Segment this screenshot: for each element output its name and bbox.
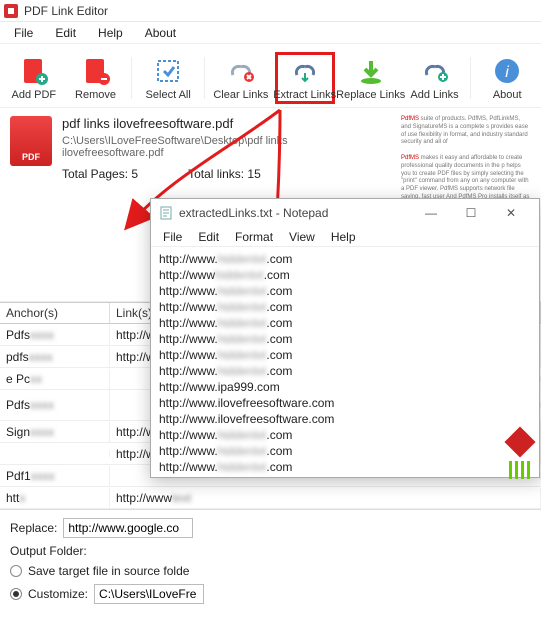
- table-row[interactable]: httxhttp://wwwtext: [0, 487, 541, 509]
- select-all-button[interactable]: Select All: [140, 53, 196, 103]
- radio-customize[interactable]: [10, 588, 22, 600]
- add-pdf-button[interactable]: Add PDF: [6, 53, 62, 103]
- extract-links-icon: [289, 55, 321, 87]
- np-menu-view[interactable]: View: [283, 229, 321, 245]
- opt-save-source: Save target file in source folde: [28, 564, 189, 578]
- file-name: pdf links ilovefreesoftware.pdf: [62, 116, 391, 131]
- notepad-menubar: File Edit Format View Help: [151, 227, 539, 247]
- total-pages: Total Pages: 5: [62, 167, 138, 181]
- notepad-icon: [159, 206, 173, 220]
- toolbar-label: Add PDF: [12, 89, 57, 101]
- pdf-minus-icon: [80, 55, 112, 87]
- toolbar-label: Extract Links: [273, 89, 336, 101]
- total-links: Total links: 15: [188, 167, 261, 181]
- toolbar-label: About: [493, 89, 522, 101]
- col-anchor[interactable]: Anchor(s): [0, 303, 110, 323]
- info-icon: i: [491, 55, 523, 87]
- clear-links-icon: [225, 55, 257, 87]
- toolbar-label: Select All: [146, 89, 191, 101]
- titlebar: PDF Link Editor: [0, 0, 541, 22]
- menu-about[interactable]: About: [135, 24, 186, 42]
- radio-save-source[interactable]: [10, 565, 22, 577]
- notepad-title: extractedLinks.txt - Notepad: [179, 206, 411, 220]
- notepad-window[interactable]: extractedLinks.txt - Notepad ― ☐ ✕ File …: [150, 198, 540, 478]
- toolbar-label: Remove: [75, 89, 116, 101]
- remove-button[interactable]: Remove: [68, 53, 124, 103]
- notepad-titlebar[interactable]: extractedLinks.txt - Notepad ― ☐ ✕: [151, 199, 539, 227]
- toolbar-label: Clear Links: [213, 89, 268, 101]
- clear-links-button[interactable]: Clear Links: [213, 53, 269, 103]
- menu-help[interactable]: Help: [88, 24, 133, 42]
- replace-links-button[interactable]: Replace Links: [341, 53, 401, 103]
- customize-path-input[interactable]: [94, 584, 204, 604]
- app-title: PDF Link Editor: [24, 4, 108, 18]
- extract-links-button[interactable]: Extract Links: [275, 52, 335, 104]
- decoration: [509, 431, 539, 491]
- minimize-button[interactable]: ―: [411, 199, 451, 227]
- app-icon: [4, 4, 18, 18]
- toolbar: Add PDF Remove Select All Clear Links Ex…: [0, 44, 541, 108]
- replace-input[interactable]: [63, 518, 193, 538]
- close-button[interactable]: ✕: [491, 199, 531, 227]
- replace-links-icon: [355, 55, 387, 87]
- np-menu-help[interactable]: Help: [325, 229, 362, 245]
- menubar: File Edit Help About: [0, 22, 541, 44]
- np-menu-file[interactable]: File: [157, 229, 188, 245]
- separator: [204, 57, 205, 99]
- svg-text:i: i: [505, 64, 509, 81]
- menu-file[interactable]: File: [4, 24, 43, 42]
- file-path: C:\Users\ILoveFreeSoftware\Desktop\pdf l…: [62, 135, 391, 159]
- opt-customize-label: Customize:: [28, 587, 88, 601]
- output-heading: Output Folder:: [10, 544, 87, 558]
- maximize-button[interactable]: ☐: [451, 199, 491, 227]
- np-menu-format[interactable]: Format: [229, 229, 279, 245]
- add-links-icon: [419, 55, 451, 87]
- menu-edit[interactable]: Edit: [45, 24, 86, 42]
- add-links-button[interactable]: Add Links: [407, 53, 463, 103]
- select-all-icon: [152, 55, 184, 87]
- separator: [470, 57, 471, 99]
- notepad-body[interactable]: http://www.hiddentxt.comhttp://wwwhidden…: [151, 247, 539, 477]
- replace-label: Replace:: [10, 521, 57, 535]
- separator: [131, 57, 132, 99]
- pdf-plus-icon: [18, 55, 50, 87]
- pdf-file-icon: PDF: [10, 116, 52, 166]
- bottom-panel: Replace: Output Folder: Save target file…: [0, 510, 541, 618]
- toolbar-label: Replace Links: [336, 89, 405, 101]
- about-button[interactable]: i About: [479, 53, 535, 103]
- toolbar-label: Add Links: [410, 89, 458, 101]
- np-menu-edit[interactable]: Edit: [192, 229, 225, 245]
